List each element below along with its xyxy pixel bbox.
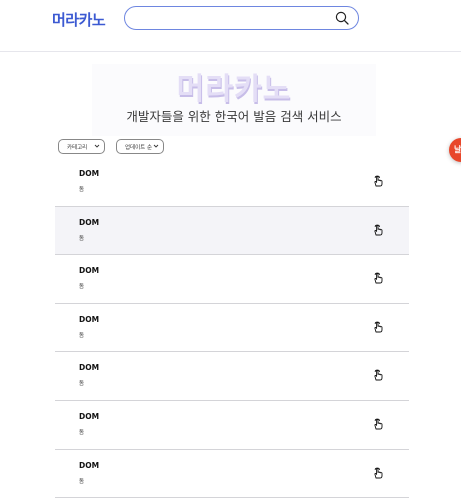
hero-title: 머라카노 (176, 72, 292, 107)
pronunciation-label: 돔 (79, 187, 85, 193)
chevron-down-icon (94, 144, 100, 148)
sort-select[interactable]: 업데이트 순 (116, 139, 164, 154)
tap-hand-icon[interactable] (371, 320, 385, 334)
list-item[interactable]: DOM 돔 (55, 401, 409, 450)
tap-hand-icon[interactable] (371, 271, 385, 285)
list-item[interactable]: DOM 돔 (55, 255, 409, 304)
pronunciation-label: 돔 (79, 478, 85, 485)
tap-hand-icon[interactable] (371, 417, 385, 431)
term-label: DOM (79, 266, 100, 276)
tap-hand-icon[interactable] (371, 368, 385, 382)
category-select[interactable]: 카테고리 (58, 139, 105, 154)
side-floating-label: 날 (454, 145, 461, 154)
term-label: DOM (79, 412, 100, 421)
term-label: DOM (79, 460, 100, 470)
category-select-label: 카테고리 (67, 145, 88, 151)
term-label: DOM (79, 363, 100, 373)
term-label: DOM (79, 169, 100, 178)
side-floating-button[interactable]: 날 (449, 138, 461, 162)
pronunciation-label: 돔 (79, 430, 85, 436)
sort-select-label: 업데이트 순 (125, 145, 153, 151)
list-item[interactable]: DOM 돔 (55, 449, 409, 498)
search-icon[interactable] (335, 11, 349, 25)
search-input[interactable] (135, 10, 325, 26)
search-box[interactable] (124, 6, 359, 30)
pronunciation-label: 돔 (79, 332, 85, 339)
top-header: 머라카노 (0, 0, 461, 52)
term-label: DOM (79, 314, 100, 324)
hero-subtitle: 개발자들을 위한 한국어 발음 검색 서비스 (126, 109, 342, 124)
chevron-down-icon (153, 144, 159, 148)
tap-hand-icon[interactable] (371, 174, 385, 188)
term-label: DOM (79, 217, 100, 227)
tap-hand-icon[interactable] (371, 223, 385, 237)
list-item[interactable]: DOM 돔 (55, 352, 409, 401)
tap-hand-icon[interactable] (371, 466, 385, 480)
list-item[interactable]: DOM 돔 (55, 158, 409, 207)
list-item[interactable]: DOM 돔 (55, 303, 409, 353)
logo[interactable]: 머라카노 (52, 9, 106, 30)
hero-banner: 머라카노 개발자들을 위한 한국어 발음 검색 서비스 (92, 64, 376, 136)
pronunciation-label: 돔 (79, 284, 85, 291)
pronunciation-label: 돔 (79, 381, 85, 388)
list-item[interactable]: DOM 돔 (55, 206, 409, 256)
pronunciation-label: 돔 (79, 235, 85, 242)
